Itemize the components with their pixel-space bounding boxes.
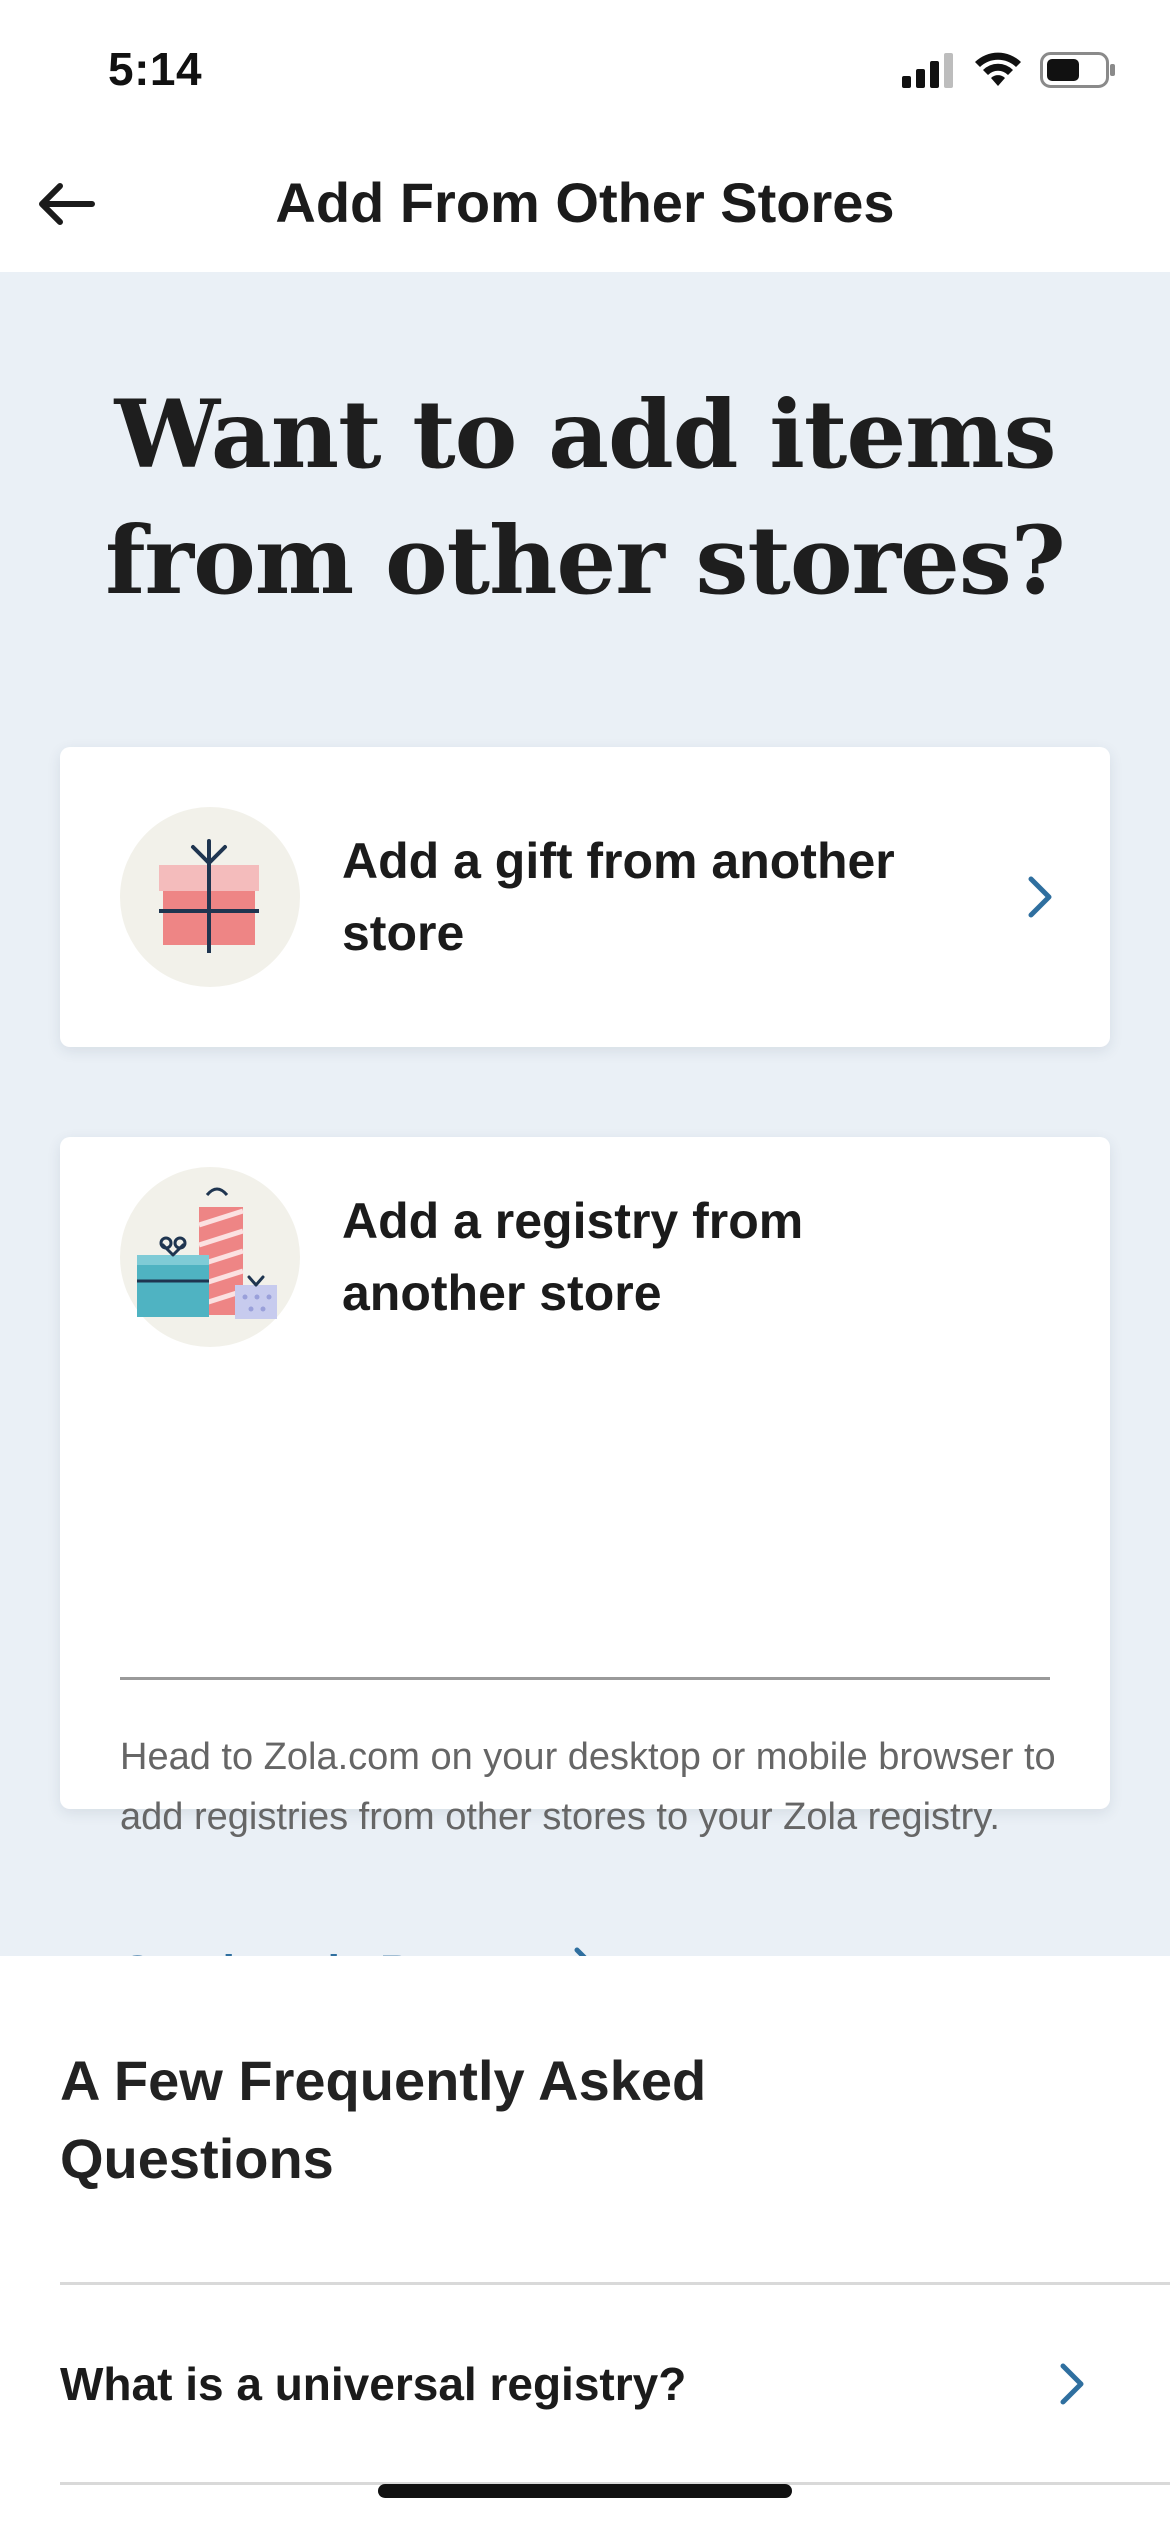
shopping-gifts-icon bbox=[135, 1185, 285, 1330]
wifi-icon bbox=[974, 52, 1022, 93]
registry-description: Head to Zola.com on your desktop or mobi… bbox=[120, 1736, 1056, 1838]
faq-question: What is a universal registry? bbox=[60, 2358, 687, 2410]
gift-icon-container bbox=[120, 807, 300, 987]
gift-box-icon bbox=[155, 835, 265, 960]
status-time: 5:14 bbox=[108, 43, 203, 95]
faq-heading: A Few Frequently Asked Questions bbox=[60, 2049, 707, 2190]
hero-section: Want to add items from other stores? Add… bbox=[0, 272, 1170, 1997]
add-gift-label: Add a gift from another store bbox=[342, 833, 895, 961]
card-divider bbox=[120, 1677, 1050, 1680]
add-registry-card: Add a registry from another store Head t… bbox=[60, 1137, 1110, 1997]
page: 5:14 Add From Other Stores Want to add i… bbox=[0, 0, 1170, 2532]
add-gift-card[interactable]: Add a gift from another store bbox=[60, 747, 1110, 1047]
status-icons bbox=[902, 51, 1116, 93]
status-bar: 5:14 bbox=[0, 0, 1170, 140]
hero-title: Want to add items from other stores? bbox=[105, 380, 1066, 616]
chevron-right-icon bbox=[1052, 2354, 1092, 2414]
divider bbox=[60, 2282, 1170, 2285]
cellular-signal-icon bbox=[902, 52, 956, 93]
faq-section: A Few Frequently Asked Questions What is… bbox=[0, 1956, 1170, 2532]
chevron-right-icon bbox=[1020, 867, 1060, 927]
page-title: Add From Other Stores bbox=[275, 171, 895, 234]
battery-icon bbox=[1040, 51, 1116, 93]
nav-header: Add From Other Stores bbox=[0, 140, 1170, 272]
home-indicator[interactable] bbox=[378, 2484, 792, 2498]
faq-item[interactable]: What is a universal registry? bbox=[60, 2286, 1170, 2482]
add-registry-label: Add a registry from another store bbox=[342, 1193, 804, 1321]
registry-icon-container bbox=[120, 1167, 300, 1347]
